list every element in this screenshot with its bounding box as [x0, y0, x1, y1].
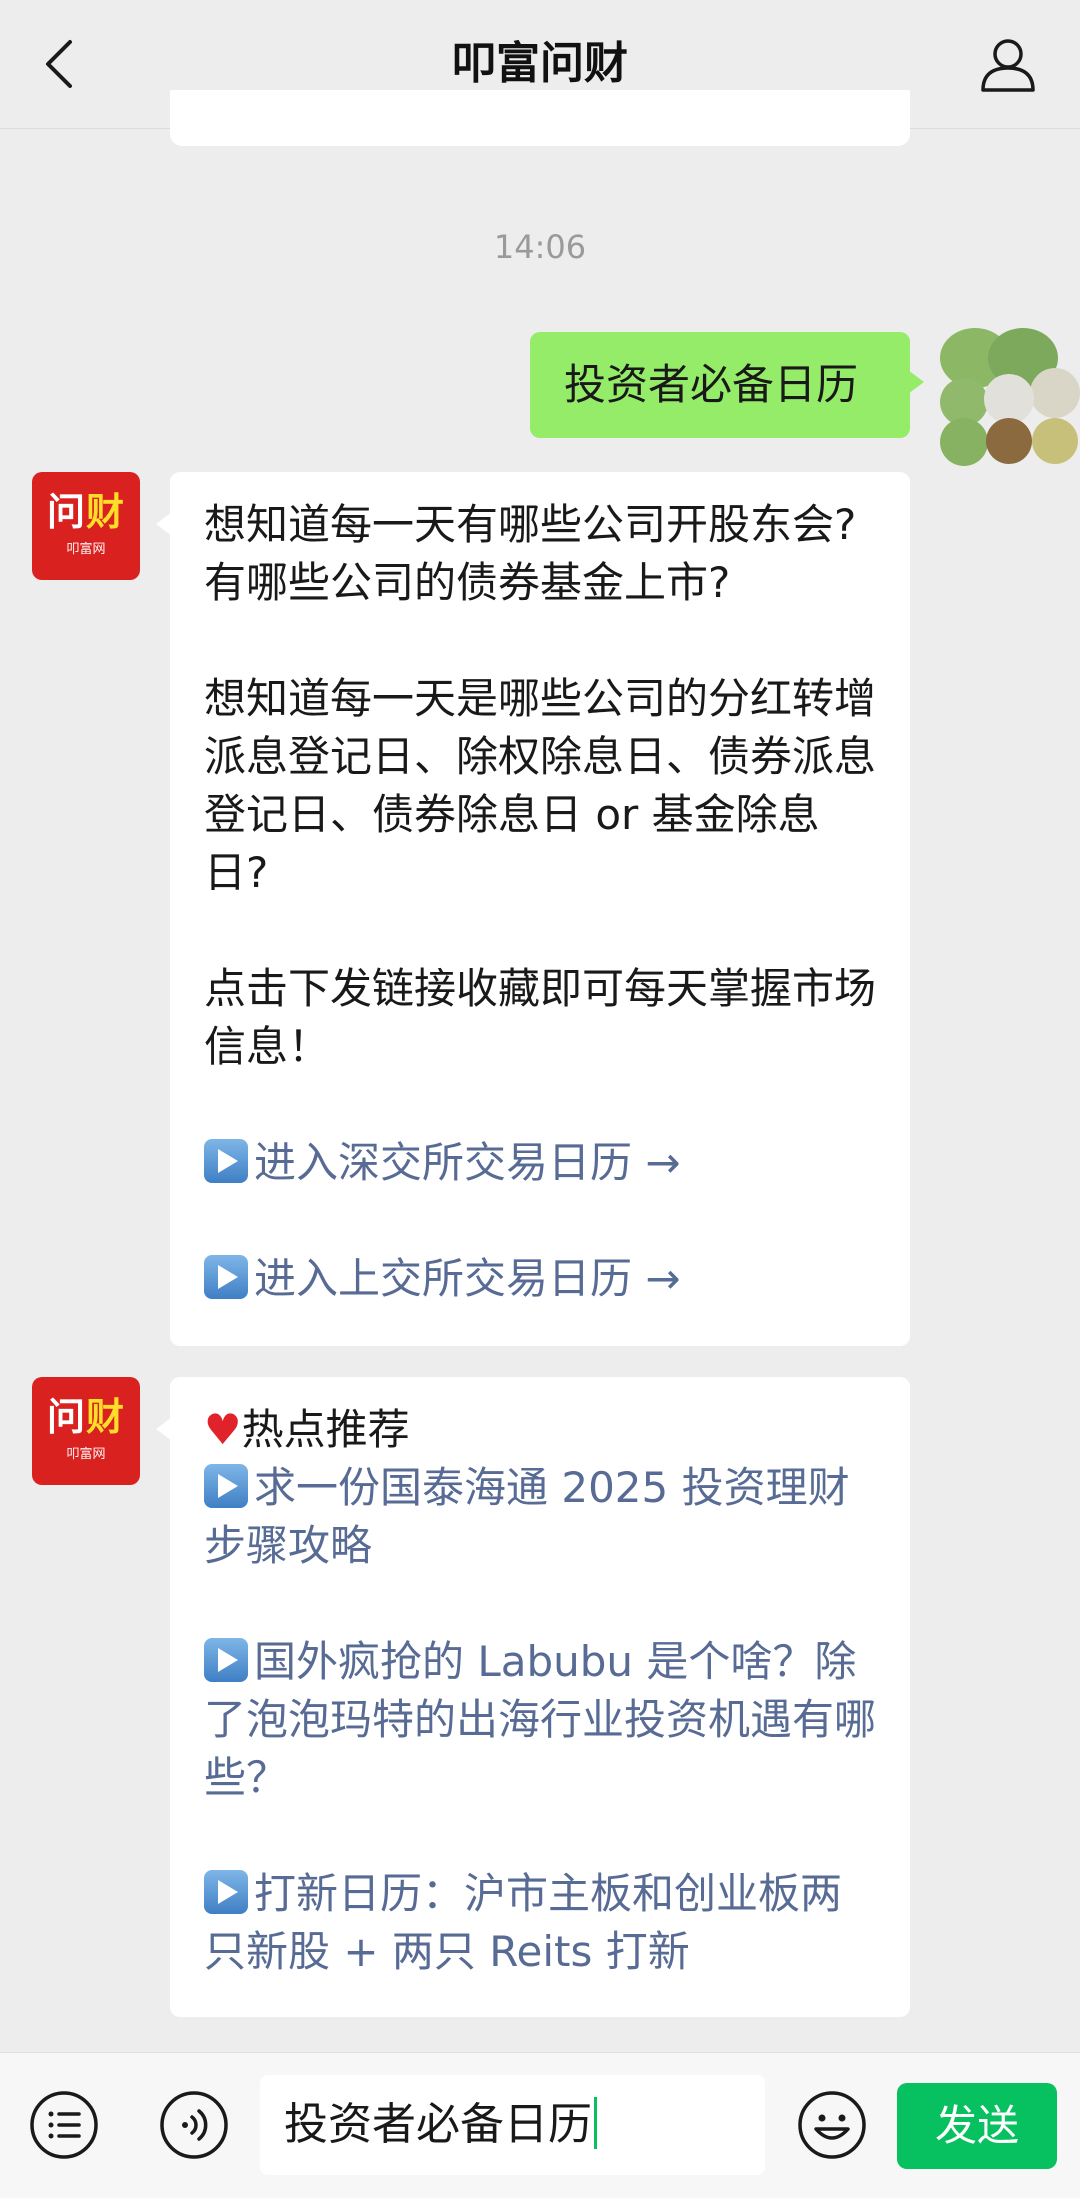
message-paragraph: 点击下发链接收藏即可每天掌握市场信息！: [204, 964, 877, 1071]
previous-message-bubble: [170, 90, 910, 146]
user-message-bubble[interactable]: 投资者必备日历: [530, 332, 924, 438]
bot-avatar[interactable]: 问财 叩富网: [32, 1377, 140, 1485]
text-caret: [594, 2097, 597, 2149]
play-icon: [204, 1255, 248, 1299]
bot-avatar[interactable]: 问财 叩富网: [32, 472, 140, 580]
message-timestamp: 14:06: [493, 228, 587, 266]
recommend-link[interactable]: 打新日历：沪市主板和创业板两只新股 + 两只 Reits 打新: [204, 1865, 880, 1981]
send-button[interactable]: 发送: [897, 2083, 1057, 2169]
recommend-link[interactable]: 求一份国泰海通 2025 投资理财步骤攻略: [204, 1459, 880, 1575]
heart-icon: ♥: [204, 1405, 242, 1454]
message-paragraph: 想知道每一天有哪些公司开股东会?有哪些公司的债券基金上市?: [204, 500, 857, 607]
sse-calendar-link[interactable]: 进入上交所交易日历 →: [204, 1250, 880, 1308]
hot-recommend-heading: ♥热点推荐: [204, 1405, 410, 1454]
message-input[interactable]: 投资者必备日历: [260, 2075, 765, 2175]
chat-title: 叩富问财: [452, 38, 628, 89]
play-icon: [204, 1139, 248, 1183]
play-icon: [204, 1464, 248, 1508]
profile-icon[interactable]: [978, 34, 1038, 94]
emoji-icon[interactable]: [796, 2089, 868, 2161]
input-bar: 投资者必备日历 发送: [0, 2052, 1080, 2198]
play-icon: [204, 1870, 248, 1914]
message-paragraph: 想知道每一天是哪些公司的分红转增派息登记日、除权除息日、债券派息登记日、债券除息…: [204, 674, 877, 897]
play-icon: [204, 1638, 248, 1682]
user-avatar[interactable]: [940, 328, 1080, 468]
user-message-text: 投资者必备日历: [564, 360, 859, 409]
recommend-link[interactable]: 国外疯抢的 Labubu 是个啥？除了泡泡玛特的出海行业投资机遇有哪些？: [204, 1633, 880, 1807]
szse-calendar-link[interactable]: 进入深交所交易日历 →: [204, 1134, 880, 1192]
voice-icon[interactable]: [158, 2089, 230, 2161]
bot-message-bubble: ♥热点推荐 求一份国泰海通 2025 投资理财步骤攻略 国外疯抢的 Labubu…: [156, 1377, 910, 2017]
menu-list-icon[interactable]: [28, 2089, 100, 2161]
bot-message-bubble: 想知道每一天有哪些公司开股东会?有哪些公司的债券基金上市? 想知道每一天是哪些公…: [156, 472, 910, 1346]
